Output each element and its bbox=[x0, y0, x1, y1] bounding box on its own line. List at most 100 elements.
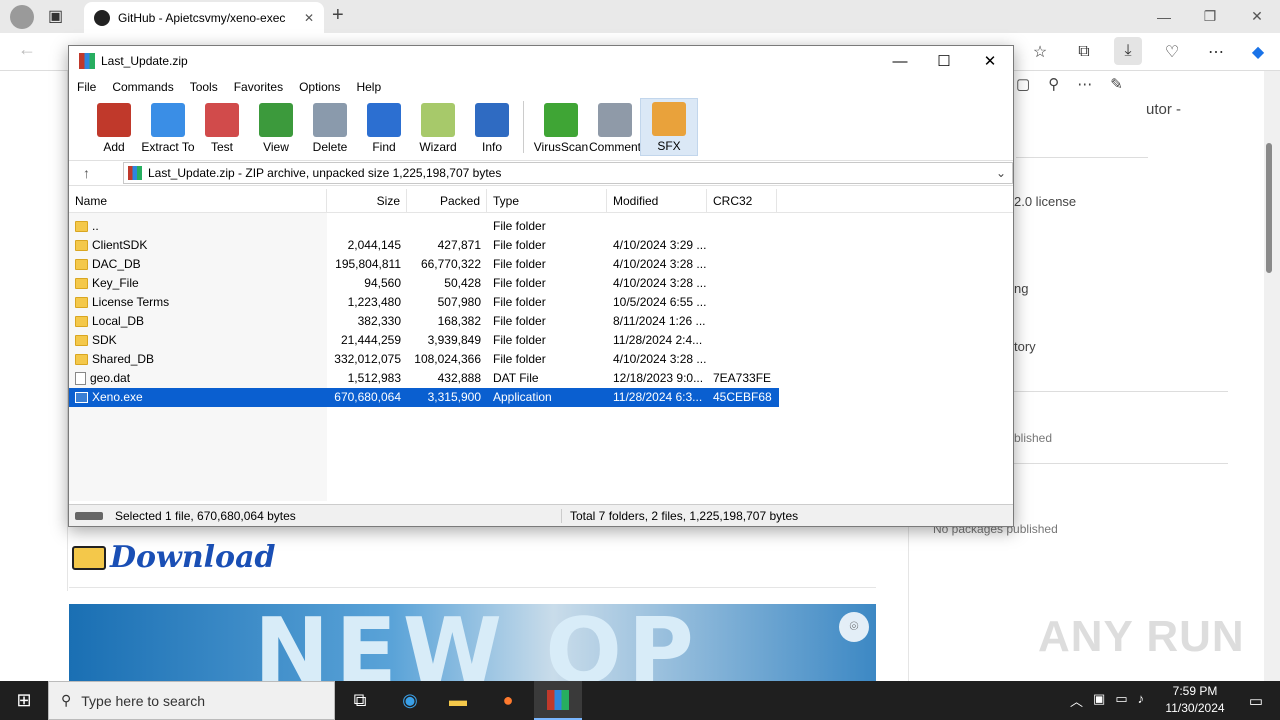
banner-image: NEW OP ⌾ bbox=[69, 604, 876, 681]
history-item[interactable]: tory bbox=[1014, 339, 1036, 354]
folder-icon bbox=[75, 259, 88, 270]
profile-avatar[interactable] bbox=[10, 5, 34, 29]
toolbar-delete-button[interactable]: Delete bbox=[301, 98, 359, 156]
pin-icon[interactable]: ✎ bbox=[1110, 75, 1123, 93]
menu-file[interactable]: File bbox=[77, 80, 96, 94]
file-icon bbox=[75, 372, 86, 385]
browser-tab-github[interactable]: GitHub - Apietcsvmy/xeno-exec ✕ bbox=[84, 2, 324, 33]
chevron-up-icon[interactable]: ︿ bbox=[1070, 691, 1083, 710]
search-icon[interactable]: ⚲ bbox=[1048, 75, 1059, 93]
toolbar-label: Find bbox=[372, 140, 396, 154]
cell-modified: 10/5/2024 6:55 ... bbox=[613, 295, 707, 309]
cell-crc32: 7EA733FE bbox=[713, 371, 772, 385]
cell-modified: 4/10/2024 3:28 ... bbox=[613, 352, 707, 366]
table-row[interactable]: Key_File 94,560 50,428 File folder 4/10/2024… bbox=[69, 274, 779, 293]
table-row[interactable]: Xeno.exe 670,680,064 3,315,900 Application 1… bbox=[69, 388, 779, 407]
edge-icon[interactable]: ◉ bbox=[386, 681, 434, 720]
cell-type: File folder bbox=[493, 295, 546, 309]
network-icon[interactable]: ▭ bbox=[1115, 691, 1127, 710]
table-row[interactable]: SDK 21,444,259 3,939,849 File folder 11/28/2… bbox=[69, 331, 779, 350]
firefox-icon[interactable]: ● bbox=[484, 681, 532, 720]
more-menu-icon[interactable]: ⋯ bbox=[1202, 38, 1230, 66]
table-row[interactable]: geo.dat 1,512,983 432,888 DAT File 12/18/202… bbox=[69, 369, 779, 388]
cell-size: 195,804,811 bbox=[335, 257, 401, 271]
scrollbar-thumb[interactable] bbox=[1266, 143, 1272, 273]
toolbar-find-button[interactable]: Find bbox=[355, 98, 413, 156]
notification-icon[interactable]: ▭ bbox=[1232, 681, 1280, 720]
table-row[interactable]: DAC_DB 195,804,811 66,770,322 File folder 4/… bbox=[69, 255, 779, 274]
download-heading[interactable]: Download bbox=[72, 540, 275, 575]
clock-time: 7:59 PM bbox=[1172, 684, 1218, 698]
table-row[interactable]: Local_DB 382,330 168,382 File folder 8/11/20… bbox=[69, 312, 779, 331]
winrar-taskbar-icon[interactable] bbox=[534, 681, 582, 720]
favorites-icon[interactable]: ☆ bbox=[1026, 38, 1054, 66]
downloads-icon[interactable]: ⤓ bbox=[1114, 37, 1142, 65]
file-explorer-icon[interactable]: ▬ bbox=[434, 681, 482, 720]
menu-commands[interactable]: Commands bbox=[112, 80, 173, 94]
folder-icon[interactable]: ▢ bbox=[1016, 75, 1030, 93]
tab-actions-icon[interactable]: ▣ bbox=[48, 6, 63, 26]
toolbar-test-button[interactable]: Test bbox=[193, 98, 251, 156]
toolbar-virusscan-button[interactable]: VirusScan bbox=[532, 98, 590, 156]
minimize-button[interactable]: — bbox=[877, 46, 923, 76]
cell-type: DAT File bbox=[493, 371, 539, 385]
col-crc32[interactable]: CRC32 bbox=[707, 189, 777, 213]
cell-type: File folder bbox=[493, 352, 546, 366]
col-modified[interactable]: Modified bbox=[607, 189, 707, 213]
toolbar-view-button[interactable]: View bbox=[247, 98, 305, 156]
more-icon[interactable]: ⋯ bbox=[1077, 75, 1092, 93]
table-row[interactable]: .. File folder bbox=[69, 217, 779, 236]
toolbar-sfx-button[interactable]: SFX bbox=[640, 98, 698, 156]
visual-search-icon[interactable]: ⌾ bbox=[839, 612, 869, 642]
archive-path-box[interactable]: Last_Update.zip - ZIP archive, unpacked … bbox=[123, 162, 1013, 184]
back-icon[interactable]: ← bbox=[18, 39, 36, 60]
browser-tab-strip: ▣ GitHub - Apietcsvmy/xeno-exec ✕ + — ❐ … bbox=[0, 0, 1280, 33]
browser-essentials-icon[interactable]: ♡ bbox=[1158, 38, 1186, 66]
menu-tools[interactable]: Tools bbox=[190, 80, 218, 94]
clock[interactable]: 7:59 PM 11/30/2024 bbox=[1160, 683, 1230, 717]
task-view-icon[interactable]: ⧉ bbox=[336, 681, 384, 720]
toolbar-add-button[interactable]: Add bbox=[85, 98, 143, 156]
minimize-browser-button[interactable]: — bbox=[1141, 0, 1187, 33]
cell-name: ClientSDK bbox=[69, 236, 327, 255]
volume-icon[interactable]: ♪ bbox=[1138, 691, 1145, 710]
taskbar-search[interactable]: ⚲ Type here to search bbox=[48, 681, 335, 720]
copilot-icon[interactable]: ◆ bbox=[1244, 38, 1272, 66]
close-browser-button[interactable]: ✕ bbox=[1234, 0, 1280, 33]
window-title: Last_Update.zip bbox=[101, 54, 188, 68]
restore-browser-button[interactable]: ❐ bbox=[1187, 0, 1233, 33]
menu-favorites[interactable]: Favorites bbox=[234, 80, 283, 94]
collections-icon[interactable]: ⧉ bbox=[1070, 38, 1098, 66]
status-bar: Selected 1 file, 670,680,064 bytes Total… bbox=[69, 504, 1013, 526]
col-name[interactable]: Name bbox=[69, 189, 327, 213]
license-link[interactable]: 2.0 license bbox=[1014, 194, 1076, 209]
chevron-down-icon[interactable]: ⌄ bbox=[996, 166, 1012, 180]
up-arrow-icon[interactable]: ↑ bbox=[83, 165, 90, 181]
toolbar-label: Wizard bbox=[419, 140, 457, 154]
about-item[interactable]: ng bbox=[1014, 281, 1028, 296]
table-row[interactable]: ClientSDK 2,044,145 427,871 File folder 4/10… bbox=[69, 236, 779, 255]
table-row[interactable]: Shared_DB 332,012,075 108,024,366 File fold… bbox=[69, 350, 779, 369]
toolbar-info-button[interactable]: Info bbox=[463, 98, 521, 156]
col-size[interactable]: Size bbox=[327, 189, 407, 213]
menu-help[interactable]: Help bbox=[356, 80, 381, 94]
toolbar-extract-to-button[interactable]: Extract To bbox=[139, 98, 197, 156]
divider bbox=[1016, 157, 1148, 158]
table-row[interactable]: License Terms 1,223,480 507,980 File folder… bbox=[69, 293, 779, 312]
extract-to-icon bbox=[151, 103, 185, 137]
windows-start-icon[interactable]: ⊞ bbox=[0, 681, 48, 720]
application-icon bbox=[75, 392, 88, 403]
col-packed[interactable]: Packed bbox=[407, 189, 487, 213]
col-type[interactable]: Type bbox=[487, 189, 607, 213]
device-icon[interactable]: ▣ bbox=[1093, 691, 1105, 710]
menu-options[interactable]: Options bbox=[299, 80, 340, 94]
new-tab-button[interactable]: + bbox=[332, 4, 344, 27]
close-button[interactable]: ✕ bbox=[967, 46, 1013, 76]
find-icon bbox=[367, 103, 401, 137]
maximize-button[interactable]: ☐ bbox=[921, 46, 967, 76]
toolbar-comment-button[interactable]: Comment bbox=[586, 98, 644, 156]
cell-size: 1,223,480 bbox=[347, 295, 401, 309]
close-tab-icon[interactable]: ✕ bbox=[304, 11, 314, 25]
toolbar-wizard-button[interactable]: Wizard bbox=[409, 98, 467, 156]
folder-icon bbox=[75, 297, 88, 308]
